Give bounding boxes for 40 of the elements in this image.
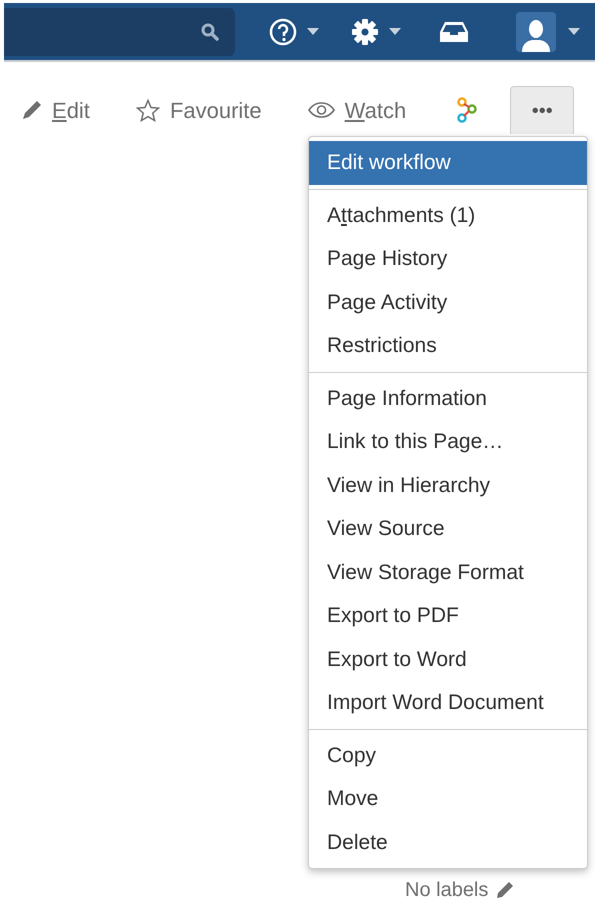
more-actions-button[interactable]: ••• (510, 86, 574, 134)
no-labels-text: No labels (405, 878, 488, 899)
menu-item[interactable]: Export to Word (309, 638, 587, 681)
favourite-button[interactable]: Favourite (136, 94, 262, 126)
caret-icon (307, 28, 319, 35)
help-menu-button[interactable] (269, 18, 319, 46)
search-field[interactable] (4, 8, 235, 56)
tray-icon (439, 20, 469, 44)
menu-item[interactable]: Link to this Page… (309, 420, 587, 464)
menu-item[interactable]: Import Word Document (309, 681, 587, 724)
search-icon (201, 22, 219, 40)
menu-item[interactable]: Restrictions (309, 324, 587, 368)
edit-button[interactable]: Edit (22, 94, 90, 126)
star-icon (136, 98, 160, 122)
help-icon (269, 18, 297, 46)
menu-item[interactable]: Edit workflow (309, 141, 587, 184)
watch-button[interactable]: Watch (308, 94, 406, 126)
menu-item[interactable]: Export to PDF (309, 594, 587, 638)
caret-icon (568, 28, 580, 35)
user-menu-button[interactable] (516, 12, 580, 52)
menu-item[interactable]: Page Activity (309, 280, 587, 324)
pencil-icon (22, 100, 42, 120)
menu-item[interactable]: Page History (309, 237, 587, 280)
settings-menu-button[interactable] (351, 18, 401, 46)
menu-item[interactable]: Move (309, 777, 587, 820)
settings-icon (351, 18, 379, 46)
menu-item[interactable]: Attachments (1) (309, 194, 587, 237)
workflow-icon (456, 97, 478, 123)
caret-icon (389, 28, 401, 35)
menu-item[interactable]: View Storage Format (309, 550, 587, 594)
menu-item[interactable]: View in Hierarchy (309, 464, 587, 507)
menu-item[interactable]: Delete (309, 820, 587, 864)
menu-item[interactable]: View Source (309, 507, 587, 550)
eye-icon (308, 102, 335, 118)
avatar-icon (516, 12, 556, 52)
pencil-icon[interactable] (496, 881, 514, 899)
menu-item[interactable]: Page Information (309, 376, 587, 420)
inbox-button[interactable] (439, 20, 469, 44)
menu-item[interactable]: Copy (309, 734, 587, 777)
workflow-button[interactable] (456, 97, 478, 123)
